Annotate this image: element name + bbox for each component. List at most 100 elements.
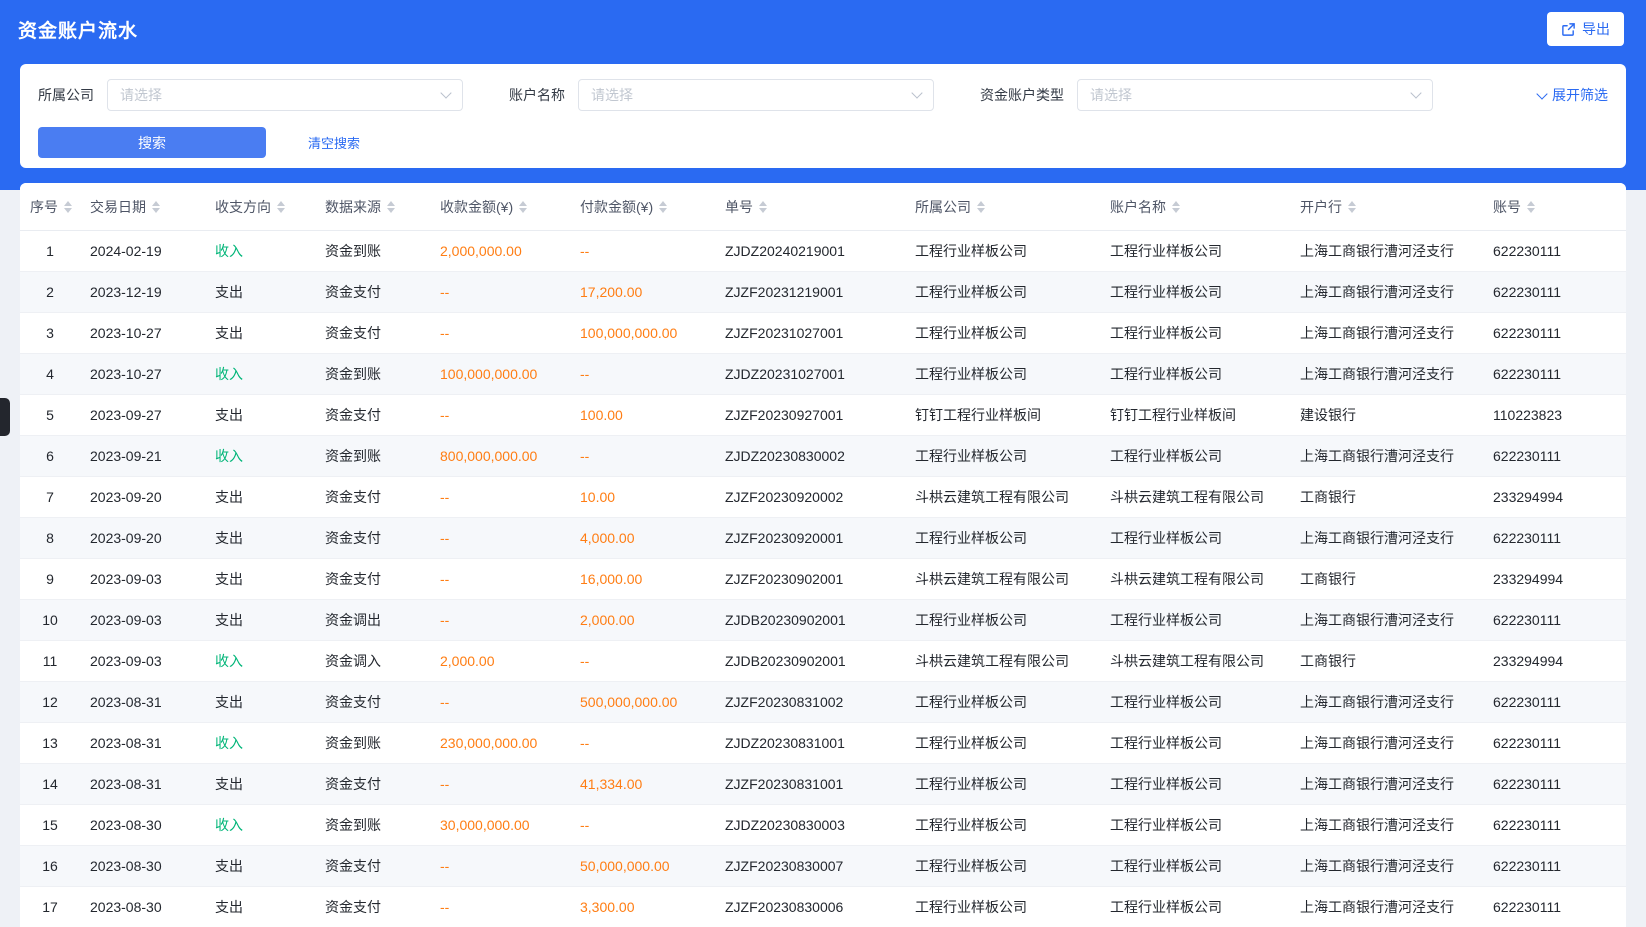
cell-company: 工程行业样板公司: [905, 805, 1100, 846]
table-row[interactable]: 152023-08-30收入资金到账30,000,000.00--ZJDZ202…: [20, 805, 1626, 846]
table-row[interactable]: 52023-09-27支出资金支付--100.00ZJZF20230927001…: [20, 395, 1626, 436]
cell-bank: 上海工商银行漕河泾支行: [1290, 805, 1483, 846]
table-row[interactable]: 62023-09-21收入资金到账800,000,000.00--ZJDZ202…: [20, 436, 1626, 477]
sort-icon[interactable]: [977, 201, 985, 213]
cell-direction: 支出: [205, 477, 315, 518]
company-label: 所属公司: [38, 85, 94, 105]
cell-account-name: 工程行业样板公司: [1100, 436, 1290, 477]
cell-order-no: ZJDB20230902001: [715, 641, 905, 682]
cell-bank: 上海工商银行漕河泾支行: [1290, 313, 1483, 354]
cell-account-name: 工程行业样板公司: [1100, 600, 1290, 641]
cell-receipt: --: [430, 395, 570, 436]
sort-icon[interactable]: [64, 201, 72, 213]
column-header[interactable]: 付款金额(¥): [570, 183, 715, 231]
fund-account-type-select[interactable]: 请选择: [1077, 79, 1433, 111]
sort-icon[interactable]: [1172, 201, 1180, 213]
cell-account-no: 622230111: [1483, 313, 1626, 354]
table-row[interactable]: 12024-02-19收入资金到账2,000,000.00--ZJDZ20240…: [20, 231, 1626, 272]
account-name-select[interactable]: 请选择: [578, 79, 934, 111]
filter-group-fund-account-type: 资金账户类型 请选择: [980, 79, 1433, 111]
table-row[interactable]: 72023-09-20支出资金支付--10.00ZJZF20230920002斗…: [20, 477, 1626, 518]
sort-icon[interactable]: [1527, 201, 1535, 213]
cell-bank: 上海工商银行漕河泾支行: [1290, 600, 1483, 641]
cell-order-no: ZJZF20230902001: [715, 559, 905, 600]
cell-direction: 支出: [205, 272, 315, 313]
sort-icon[interactable]: [387, 201, 395, 213]
column-header[interactable]: 所属公司: [905, 183, 1100, 231]
column-header[interactable]: 收支方向: [205, 183, 315, 231]
table-row[interactable]: 132023-08-31收入资金到账230,000,000.00--ZJDZ20…: [20, 723, 1626, 764]
column-header[interactable]: 交易日期: [80, 183, 205, 231]
sort-icon[interactable]: [519, 201, 527, 213]
table-row[interactable]: 32023-10-27支出资金支付--100,000,000.00ZJZF202…: [20, 313, 1626, 354]
column-header[interactable]: 单号: [715, 183, 905, 231]
column-header[interactable]: 收款金额(¥): [430, 183, 570, 231]
cell-company: 工程行业样板公司: [905, 764, 1100, 805]
table-row[interactable]: 172023-08-30支出资金支付--3,300.00ZJZF20230830…: [20, 887, 1626, 927]
cell-payment: 50,000,000.00: [570, 846, 715, 887]
cell-account-no: 110223823: [1483, 395, 1626, 436]
search-button[interactable]: 搜索: [38, 127, 266, 158]
cell-company: 斗栱云建筑工程有限公司: [905, 477, 1100, 518]
cell-no: 6: [20, 436, 80, 477]
cell-order-no: ZJZF20230831001: [715, 764, 905, 805]
column-label: 交易日期: [90, 199, 146, 215]
cell-company: 工程行业样板公司: [905, 518, 1100, 559]
cell-account-name: 工程行业样板公司: [1100, 764, 1290, 805]
cell-no: 3: [20, 313, 80, 354]
cell-source: 资金支付: [315, 764, 430, 805]
cell-account-name: 工程行业样板公司: [1100, 805, 1290, 846]
cell-payment: 2,000.00: [570, 600, 715, 641]
table-row[interactable]: 142023-08-31支出资金支付--41,334.00ZJZF2023083…: [20, 764, 1626, 805]
cell-receipt: 800,000,000.00: [430, 436, 570, 477]
export-button[interactable]: 导出: [1547, 12, 1624, 46]
sort-icon[interactable]: [277, 201, 285, 213]
cell-receipt: --: [430, 600, 570, 641]
cell-company: 钉钉工程行业样板间: [905, 395, 1100, 436]
column-header[interactable]: 账号: [1483, 183, 1626, 231]
cell-order-no: ZJZF20230830006: [715, 887, 905, 927]
sort-icon[interactable]: [1348, 201, 1356, 213]
table-row[interactable]: 162023-08-30支出资金支付--50,000,000.00ZJZF202…: [20, 846, 1626, 887]
cell-receipt: --: [430, 477, 570, 518]
table-row[interactable]: 102023-09-03支出资金调出--2,000.00ZJDB20230902…: [20, 600, 1626, 641]
column-header[interactable]: 开户行: [1290, 183, 1483, 231]
cell-company: 工程行业样板公司: [905, 231, 1100, 272]
cell-company: 工程行业样板公司: [905, 354, 1100, 395]
cell-order-no: ZJDZ20231027001: [715, 354, 905, 395]
cell-payment: 100.00: [570, 395, 715, 436]
table-row[interactable]: 22023-12-19支出资金支付--17,200.00ZJZF20231219…: [20, 272, 1626, 313]
sort-icon[interactable]: [759, 201, 767, 213]
cell-direction: 支出: [205, 682, 315, 723]
table-row[interactable]: 122023-08-31支出资金支付--500,000,000.00ZJZF20…: [20, 682, 1626, 723]
sort-icon[interactable]: [659, 201, 667, 213]
column-header[interactable]: 数据来源: [315, 183, 430, 231]
column-header[interactable]: 序号: [20, 183, 80, 231]
cell-account-no: 622230111: [1483, 518, 1626, 559]
cell-no: 12: [20, 682, 80, 723]
cell-no: 17: [20, 887, 80, 927]
cell-source: 资金支付: [315, 682, 430, 723]
cell-direction: 收入: [205, 231, 315, 272]
cell-date: 2023-09-21: [80, 436, 205, 477]
cell-order-no: ZJDZ20240219001: [715, 231, 905, 272]
table-row[interactable]: 42023-10-27收入资金到账100,000,000.00--ZJDZ202…: [20, 354, 1626, 395]
table-row[interactable]: 112023-09-03收入资金调入2,000.00--ZJDB20230902…: [20, 641, 1626, 682]
expand-filters-link[interactable]: 展开筛选: [1538, 85, 1608, 105]
cell-source: 资金到账: [315, 436, 430, 477]
company-select[interactable]: 请选择: [107, 79, 463, 111]
sort-icon[interactable]: [152, 201, 160, 213]
table-row[interactable]: 92023-09-03支出资金支付--16,000.00ZJZF20230902…: [20, 559, 1626, 600]
clear-search-link[interactable]: 清空搜索: [308, 133, 360, 152]
cell-account-name: 斗栱云建筑工程有限公司: [1100, 641, 1290, 682]
cell-order-no: ZJZF20231027001: [715, 313, 905, 354]
column-header[interactable]: 账户名称: [1100, 183, 1290, 231]
cell-no: 2: [20, 272, 80, 313]
column-label: 所属公司: [915, 199, 971, 215]
cell-account-no: 622230111: [1483, 436, 1626, 477]
cell-source: 资金支付: [315, 313, 430, 354]
table-row[interactable]: 82023-09-20支出资金支付--4,000.00ZJZF202309200…: [20, 518, 1626, 559]
cell-date: 2023-09-03: [80, 641, 205, 682]
drawer-handle[interactable]: [0, 398, 10, 436]
cell-direction: 支出: [205, 764, 315, 805]
